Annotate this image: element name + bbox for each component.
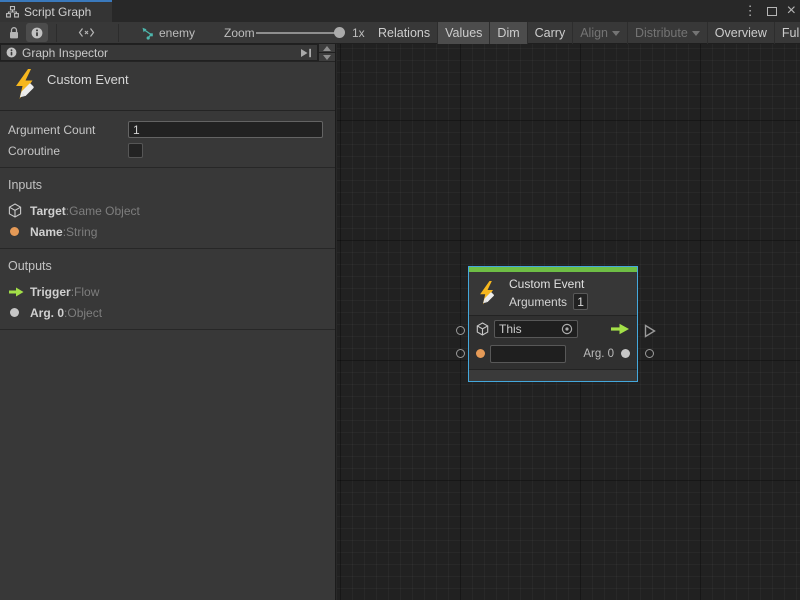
port-type: String	[66, 225, 97, 239]
triangle-down-icon	[323, 55, 331, 60]
chevron-down-icon	[612, 31, 620, 36]
object-dot-icon	[621, 349, 630, 358]
object-picker-icon[interactable]	[561, 323, 573, 335]
custom-event-node[interactable]: Custom Event Arguments 1	[468, 266, 638, 382]
node-row-arg0: Arg. 0	[469, 341, 637, 366]
window-menu-icon[interactable]: ⋮	[744, 4, 757, 18]
relations-button[interactable]: Relations	[371, 22, 438, 44]
node-arguments-label: Arguments	[509, 295, 567, 309]
port-type: Game Object	[69, 204, 140, 218]
window-controls: ⋮ ×	[744, 0, 796, 22]
inputs-section: Inputs Target : Game Object Name : Strin…	[0, 168, 335, 249]
unit-header: Custom Event	[0, 62, 335, 111]
port-type: Flow	[74, 285, 99, 299]
cube-icon	[476, 322, 489, 336]
input-port-name[interactable]	[456, 349, 465, 358]
graph-inspector-header: Graph Inspector	[0, 44, 335, 62]
zoom-label: Zoom	[224, 26, 255, 40]
custom-event-icon	[12, 68, 44, 105]
arg0-input-field[interactable]	[490, 345, 566, 363]
toolbar-separator	[56, 24, 57, 42]
unit-title: Custom Event	[47, 72, 129, 87]
string-dot-icon	[8, 227, 30, 236]
lock-icon[interactable]	[4, 23, 24, 42]
graph-canvas[interactable]: Custom Event Arguments 1	[337, 44, 800, 600]
outputs-heading: Outputs	[0, 249, 335, 281]
port-name: Arg. 0	[30, 306, 64, 320]
chevron-down-icon	[692, 31, 700, 36]
port-row-arg0: Arg. 0 : Object	[0, 302, 335, 323]
graph-name: enemy	[159, 26, 195, 40]
window-maximize-icon[interactable]	[767, 7, 777, 16]
port-name: Name	[30, 225, 63, 239]
unity-visual-scripting-window: Script Graph ⋮ ×	[0, 0, 800, 600]
zoom-slider-track[interactable]	[256, 32, 340, 34]
input-port-target[interactable]	[456, 326, 465, 335]
code-view-icon[interactable]	[72, 23, 100, 42]
argument-count-input[interactable]	[128, 121, 323, 138]
port-name: Target	[30, 204, 66, 218]
tab-title: Script Graph	[24, 5, 91, 19]
flow-arrow-icon	[8, 287, 30, 297]
target-object-value: This	[499, 322, 522, 336]
panel-title: Graph Inspector	[22, 46, 295, 60]
argument-count-label: Argument Count	[8, 123, 128, 137]
tab-script-graph[interactable]: Script Graph	[0, 0, 112, 22]
coroutine-label: Coroutine	[8, 144, 128, 158]
flow-arrow-icon	[609, 323, 630, 335]
dock-panel-icon[interactable]	[300, 48, 312, 58]
values-button[interactable]: Values	[438, 22, 490, 44]
tab-bar: Script Graph ⋮ ×	[0, 0, 800, 22]
port-name: Trigger	[30, 285, 71, 299]
distribute-button[interactable]: Distribute	[628, 22, 708, 44]
node-row-target: This	[469, 316, 637, 341]
spinner-up-button[interactable]	[319, 44, 335, 52]
node-header: Custom Event Arguments 1	[469, 272, 637, 316]
output-port-trigger[interactable]	[644, 324, 656, 341]
graph-toolbar: enemy Zoom 1x Relations Values Dim Carry…	[0, 22, 800, 44]
full-screen-button[interactable]: Full Screen	[775, 22, 800, 44]
toolbar-separator	[118, 24, 119, 42]
window-close-icon[interactable]: ×	[787, 4, 796, 18]
dim-button[interactable]: Dim	[490, 22, 527, 44]
custom-event-icon	[477, 280, 502, 307]
toolbar-buttons: Relations Values Dim Carry Align Distrib…	[371, 22, 800, 44]
port-row-name: Name : String	[0, 221, 335, 242]
coroutine-checkbox[interactable]	[128, 143, 143, 158]
string-dot-icon	[476, 349, 485, 358]
graph-breadcrumb[interactable]: enemy	[140, 22, 195, 44]
unit-fields: Argument Count Coroutine	[0, 111, 335, 168]
triangle-up-icon	[323, 46, 331, 51]
output-port-arg0[interactable]	[645, 349, 654, 358]
target-object-field[interactable]: This	[494, 320, 578, 338]
coroutine-row: Coroutine	[0, 140, 335, 161]
script-graph-icon	[6, 6, 19, 18]
zoom-value: 1x	[352, 26, 365, 40]
arg0-label: Arg. 0	[583, 348, 614, 360]
object-dot-icon	[8, 308, 30, 317]
info-icon	[6, 47, 17, 58]
port-type: Object	[67, 306, 102, 320]
port-row-trigger: Trigger : Flow	[0, 281, 335, 302]
panel-spinner	[318, 44, 335, 61]
info-toggle-icon[interactable]	[26, 23, 48, 42]
cube-icon	[8, 203, 30, 218]
argument-count-row: Argument Count	[0, 119, 335, 140]
zoom-slider-handle[interactable]	[334, 27, 345, 38]
inputs-heading: Inputs	[0, 168, 335, 200]
align-button[interactable]: Align	[573, 22, 628, 44]
overview-button[interactable]: Overview	[708, 22, 775, 44]
carry-button[interactable]: Carry	[528, 22, 574, 44]
node-body: This	[469, 316, 637, 369]
port-row-target: Target : Game Object	[0, 200, 335, 221]
script-graph-asset-icon	[140, 26, 154, 40]
outputs-section: Outputs Trigger : Flow Arg. 0 : Object	[0, 249, 335, 330]
spinner-down-button[interactable]	[319, 52, 335, 61]
graph-inspector-titlebar[interactable]: Graph Inspector	[0, 44, 318, 61]
node-title: Custom Event	[509, 277, 588, 291]
node-arguments-value[interactable]: 1	[573, 293, 588, 310]
node-footer	[469, 369, 637, 381]
graph-inspector-panel: Graph Inspector	[0, 44, 336, 600]
